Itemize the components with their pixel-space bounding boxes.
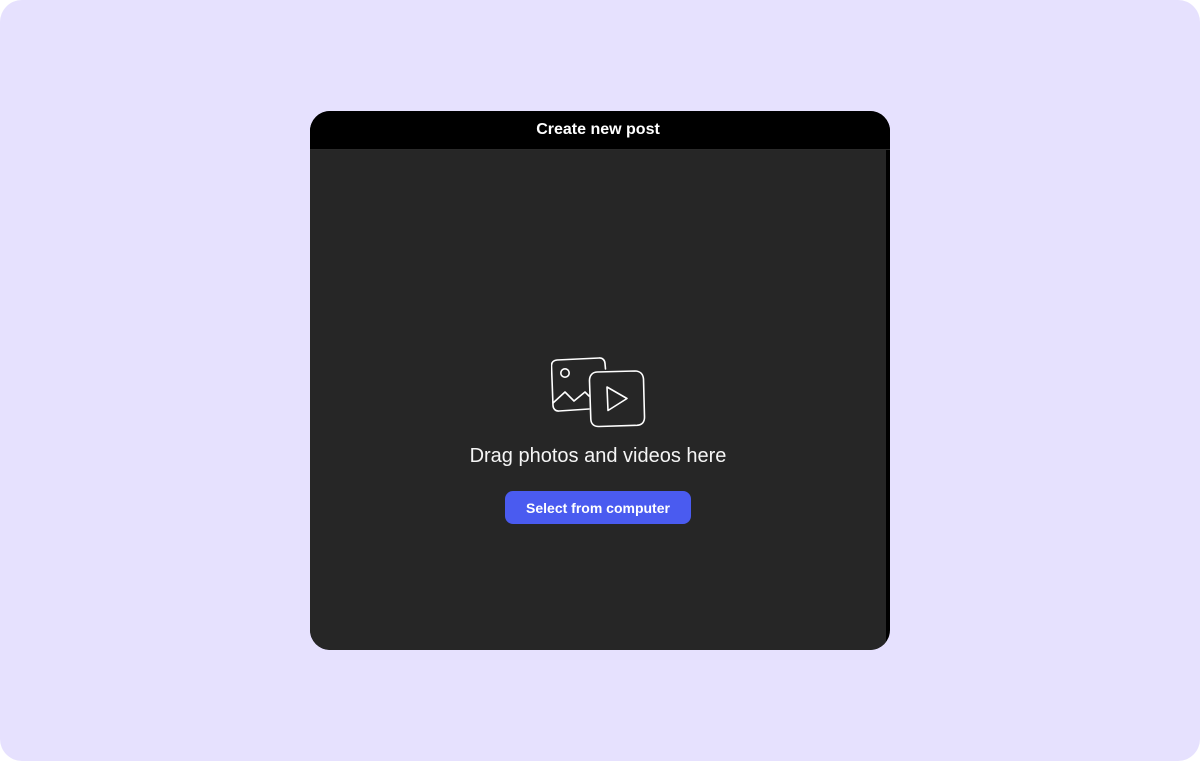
photo-video-icon <box>551 357 646 428</box>
modal-title: Create new post <box>536 121 660 138</box>
modal-header: Create new post <box>310 111 890 150</box>
drop-prompt: Drag photos and videos here <box>469 445 727 467</box>
drop-zone[interactable]: Drag photos and videos here Select from … <box>310 150 886 650</box>
select-from-computer-button[interactable]: Select from computer <box>505 491 691 524</box>
create-post-modal: Create new post Drag photos and videos h… <box>310 111 890 650</box>
page-background: Create new post Drag photos and videos h… <box>0 0 1200 761</box>
